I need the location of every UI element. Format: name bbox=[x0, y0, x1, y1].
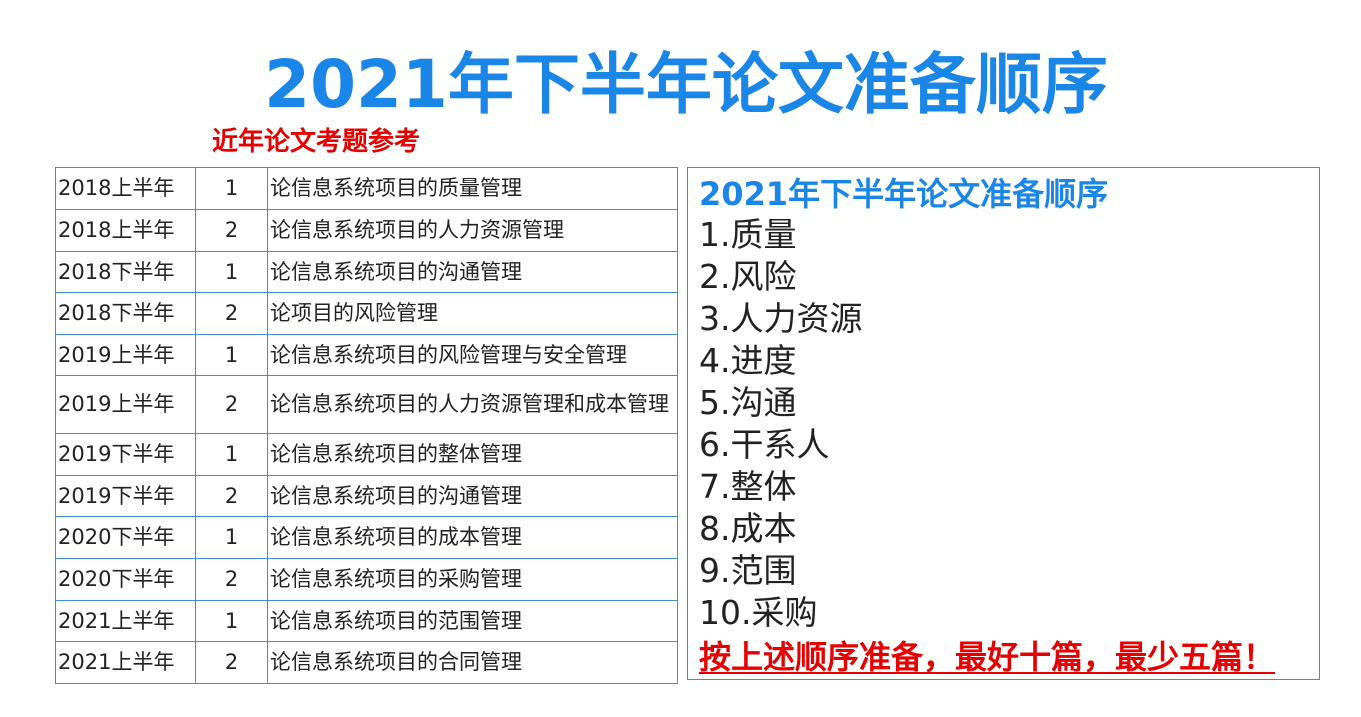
table-row: 2019上半年 1 论信息系统项目的风险管理与安全管理 bbox=[55, 334, 678, 376]
cell-topic: 论信息系统项目的质量管理 bbox=[267, 167, 678, 210]
cell-number: 1 bbox=[195, 516, 268, 559]
order-item: 7.整体 bbox=[699, 467, 797, 506]
reference-label: 近年论文考题参考 bbox=[212, 127, 421, 157]
order-item: 8.成本 bbox=[699, 509, 797, 548]
cell-period: 2019下半年 bbox=[55, 433, 196, 476]
cell-period: 2019上半年 bbox=[55, 375, 196, 434]
cell-period: 2020下半年 bbox=[55, 558, 196, 601]
cell-topic: 论信息系统项目的人力资源管理和成本管理 bbox=[267, 375, 678, 434]
order-item: 4.进度 bbox=[699, 341, 797, 380]
cell-number: 2 bbox=[195, 375, 268, 434]
cell-topic: 论信息系统项目的风险管理与安全管理 bbox=[267, 334, 678, 376]
order-item: 1.质量 bbox=[699, 215, 797, 254]
table-row: 2018上半年 1 论信息系统项目的质量管理 bbox=[55, 167, 678, 210]
order-item: 9.范围 bbox=[699, 551, 797, 590]
cell-topic: 论信息系统项目的成本管理 bbox=[267, 516, 678, 559]
cell-topic: 论信息系统项目的人力资源管理 bbox=[267, 209, 678, 252]
table-row: 2018上半年 2 论信息系统项目的人力资源管理 bbox=[55, 209, 678, 252]
cell-topic: 论信息系统项目的合同管理 bbox=[267, 641, 678, 684]
table-row: 2021上半年 2 论信息系统项目的合同管理 bbox=[55, 641, 678, 684]
table-row: 2020下半年 1 论信息系统项目的成本管理 bbox=[55, 516, 678, 559]
preparation-note: 按上述顺序准备，最好十篇，最少五篇！ bbox=[699, 638, 1276, 676]
table-row: 2021上半年 1 论信息系统项目的范围管理 bbox=[55, 600, 678, 642]
cell-topic: 论信息系统项目的沟通管理 bbox=[267, 475, 678, 517]
cell-number: 1 bbox=[195, 600, 268, 642]
cell-number: 1 bbox=[195, 167, 268, 210]
table-row: 2018下半年 1 论信息系统项目的沟通管理 bbox=[55, 251, 678, 293]
cell-number: 2 bbox=[195, 475, 268, 517]
cell-period: 2021上半年 bbox=[55, 600, 196, 642]
exam-topics-body: 2018上半年 1 论信息系统项目的质量管理 2018上半年 2 论信息系统项目的人力资源… bbox=[55, 167, 678, 684]
table-row: 2020下半年 2 论信息系统项目的采购管理 bbox=[55, 558, 678, 601]
table-row: 2019下半年 2 论信息系统项目的沟通管理 bbox=[55, 475, 678, 517]
cell-number: 2 bbox=[195, 558, 268, 601]
cell-number: 2 bbox=[195, 641, 268, 684]
preparation-order-list: 1.质量 2.风险 3.人力资源 4.进度 5.沟通 6.干系人 7.整体 8.成本 9.范围 1… bbox=[699, 214, 863, 634]
cell-period: 2018下半年 bbox=[55, 251, 196, 293]
order-item: 10.采购 bbox=[699, 593, 818, 632]
cell-number: 2 bbox=[195, 292, 268, 335]
order-item: 2.风险 bbox=[699, 257, 797, 296]
order-item: 5.沟通 bbox=[699, 383, 797, 422]
cell-period: 2021上半年 bbox=[55, 641, 196, 684]
cell-period: 2020下半年 bbox=[55, 516, 196, 559]
table-row: 2019上半年 2 论信息系统项目的人力资源管理和成本管理 bbox=[55, 375, 678, 434]
exam-topics-table: 2018上半年 1 论信息系统项目的质量管理 2018上半年 2 论信息系统项目的人力资源… bbox=[55, 167, 678, 684]
cell-period: 2018上半年 bbox=[55, 209, 196, 252]
preparation-order-box: 2021年下半年论文准备顺序 1.质量 2.风险 3.人力资源 4.进度 5.沟通 6.干… bbox=[687, 167, 1320, 680]
cell-number: 1 bbox=[195, 433, 268, 476]
cell-topic: 论信息系统项目的沟通管理 bbox=[267, 251, 678, 293]
cell-topic: 论项目的风险管理 bbox=[267, 292, 678, 335]
cell-topic: 论信息系统项目的采购管理 bbox=[267, 558, 678, 601]
cell-period: 2019下半年 bbox=[55, 475, 196, 517]
cell-topic: 论信息系统项目的范围管理 bbox=[267, 600, 678, 642]
page-title: 2021年下半年论文准备顺序 bbox=[264, 46, 1108, 123]
cell-topic: 论信息系统项目的整体管理 bbox=[267, 433, 678, 476]
cell-period: 2019上半年 bbox=[55, 334, 196, 376]
cell-number: 1 bbox=[195, 334, 268, 376]
order-box-title: 2021年下半年论文准备顺序 bbox=[699, 175, 1109, 213]
table-row: 2018下半年 2 论项目的风险管理 bbox=[55, 292, 678, 335]
order-item: 6.干系人 bbox=[699, 425, 830, 464]
cell-period: 2018下半年 bbox=[55, 292, 196, 335]
order-item: 3.人力资源 bbox=[699, 299, 863, 338]
cell-number: 2 bbox=[195, 209, 268, 252]
table-row: 2019下半年 1 论信息系统项目的整体管理 bbox=[55, 433, 678, 476]
cell-period: 2018上半年 bbox=[55, 167, 196, 210]
cell-number: 1 bbox=[195, 251, 268, 293]
